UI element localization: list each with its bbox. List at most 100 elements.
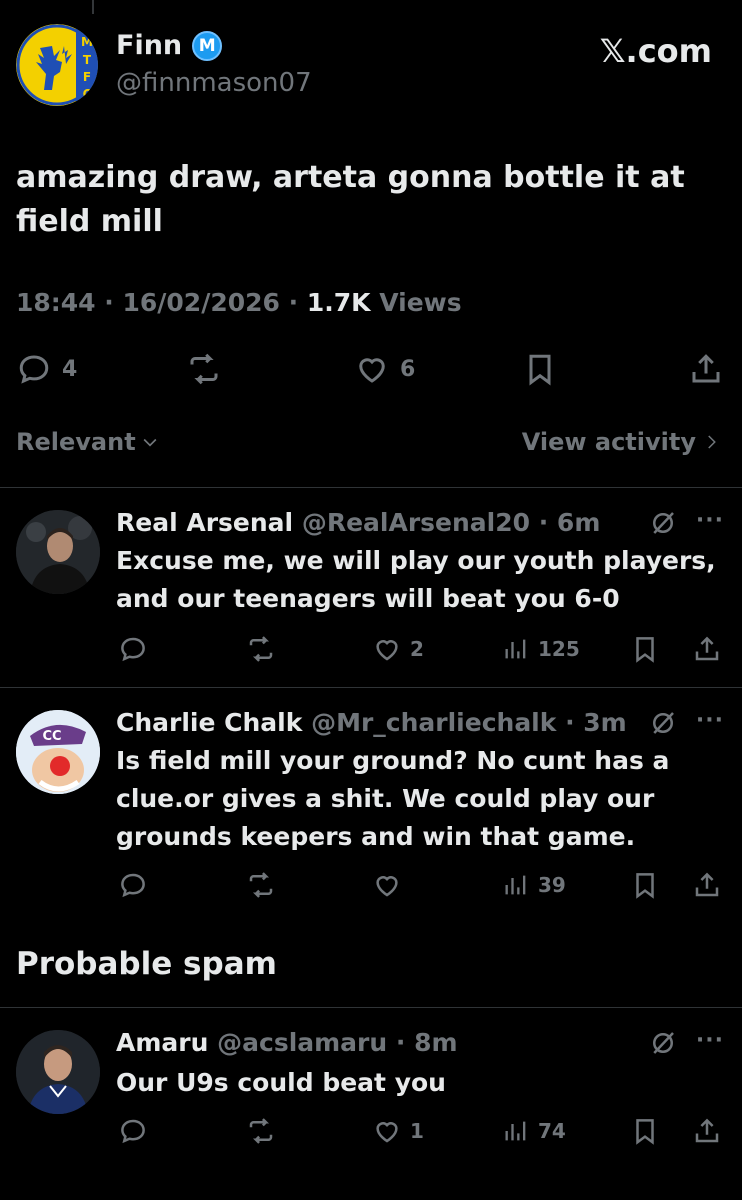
bookmark-icon: [529, 354, 551, 386]
person-avatar-icon: [16, 510, 100, 594]
reply-author-handle[interactable]: @acslamaru · 8m: [217, 1028, 457, 1057]
author-name[interactable]: Finn M: [116, 30, 223, 61]
reply-author-name[interactable]: Real Arsenal: [116, 508, 293, 537]
reply-tweet[interactable]: CC Charlie Chalk @Mr_charliechalk · 3m ·…: [0, 688, 742, 928]
thread-line: [92, 0, 94, 14]
reply-button[interactable]: [118, 634, 148, 664]
share-icon: [695, 636, 719, 661]
analytics-icon: [505, 639, 526, 659]
reply-sort-bar: Relevant View activity: [0, 422, 742, 466]
like-button[interactable]: 2: [372, 634, 424, 664]
share-button[interactable]: [692, 1116, 722, 1146]
repost-icon: [249, 872, 273, 898]
avatar[interactable]: [16, 1030, 100, 1114]
reply-header: Real Arsenal @RealArsenal20 · 6m: [116, 508, 600, 537]
reply-header: Charlie Chalk @Mr_charliechalk · 3m: [116, 708, 627, 737]
reply-button[interactable]: 4: [16, 351, 77, 387]
views-count: 74: [538, 1119, 566, 1143]
analytics-icon: [505, 1121, 526, 1141]
reply-author-name[interactable]: Amaru: [116, 1028, 208, 1057]
repost-button[interactable]: [186, 351, 222, 387]
more-options-button[interactable]: ···: [696, 708, 724, 733]
reply-text: Our U9s could beat you: [116, 1068, 446, 1097]
avatar[interactable]: CC: [16, 710, 100, 794]
repost-button[interactable]: [246, 1116, 276, 1146]
person-avatar-icon: [16, 1030, 100, 1114]
share-icon: [692, 354, 720, 383]
views-count: 1.7K: [306, 288, 371, 317]
bookmark-icon: [636, 873, 654, 899]
reply-text: Is field mill your ground? No cunt has a…: [116, 746, 670, 851]
bookmark-icon: [636, 637, 654, 663]
bookmark-icon: [636, 1119, 654, 1145]
reply-icon: [121, 1119, 145, 1144]
club-crest-avatar[interactable]: M T F C: [16, 24, 98, 106]
views-button[interactable]: 74: [502, 1116, 566, 1146]
sort-dropdown[interactable]: Relevant: [16, 428, 160, 456]
bookmark-button[interactable]: [630, 634, 660, 664]
reply-actions: 39: [0, 866, 742, 906]
repost-icon: [249, 1118, 273, 1144]
grok-icon[interactable]: [648, 508, 678, 542]
share-button[interactable]: [688, 351, 724, 387]
heart-icon: [376, 1122, 398, 1143]
like-count: 2: [410, 637, 424, 661]
avatar[interactable]: [16, 510, 100, 594]
bookmark-button[interactable]: [630, 1116, 660, 1146]
reply-header: Amaru @acslamaru · 8m: [116, 1028, 458, 1057]
verified-badge-icon: M: [192, 30, 223, 61]
author-handle[interactable]: @finnmason07: [116, 68, 312, 98]
repost-button[interactable]: [246, 634, 276, 664]
reply-button[interactable]: [118, 1116, 148, 1146]
cartoon-avatar-icon: CC: [16, 710, 100, 794]
tweet-text: amazing draw, arteta gonna bottle it at …: [16, 160, 685, 239]
views-button[interactable]: 125: [502, 634, 580, 664]
analytics-icon: [505, 875, 526, 895]
tweet-meta: 18:44 · 16/02/2026 · 1.7K Views: [16, 288, 462, 317]
author-name-text[interactable]: Finn: [116, 30, 182, 61]
grok-icon[interactable]: [648, 708, 678, 742]
heart-icon: [376, 640, 398, 661]
view-activity-label: View activity: [521, 428, 696, 456]
more-options-button[interactable]: ···: [696, 1028, 724, 1053]
x-logo: 𝕏.com: [599, 32, 712, 70]
heart-icon: [376, 876, 398, 897]
share-icon: [695, 872, 719, 897]
like-button[interactable]: 6: [354, 351, 415, 387]
reply-tweet[interactable]: Real Arsenal @RealArsenal20 · 6m ··· Exc…: [0, 488, 742, 688]
stag-crest-icon: M T F C: [16, 24, 98, 106]
timestamp[interactable]: 18:44 · 16/02/2026 ·: [16, 288, 298, 317]
views-button[interactable]: 39: [502, 870, 566, 900]
like-button[interactable]: [372, 870, 410, 900]
sort-label: Relevant: [16, 428, 136, 456]
reply-icon: [121, 873, 145, 898]
more-options-button[interactable]: ···: [696, 508, 724, 533]
reply-tweet[interactable]: Amaru @acslamaru · 8m ··· Our U9s could …: [0, 1008, 742, 1200]
reply-button[interactable]: [118, 870, 148, 900]
crest-letter: M: [81, 35, 93, 49]
reply-text: Excuse me, we will play our youth player…: [116, 546, 716, 613]
views-label: Views: [379, 288, 462, 317]
view-activity-link[interactable]: View activity: [522, 428, 720, 456]
crest-letter: C: [83, 87, 92, 101]
repost-button[interactable]: [246, 870, 276, 900]
chevron-down-icon: [143, 438, 157, 447]
bookmark-button[interactable]: [522, 351, 558, 387]
reply-author-name[interactable]: Charlie Chalk: [116, 708, 302, 737]
repost-icon: [249, 636, 273, 662]
crest-letter: T: [83, 53, 92, 67]
reply-author-handle[interactable]: @RealArsenal20 · 6m: [302, 508, 601, 537]
share-icon: [695, 1118, 719, 1143]
like-button[interactable]: 1: [372, 1116, 424, 1146]
views-count: 125: [538, 637, 580, 661]
reply-count: 4: [62, 356, 78, 382]
like-count: 6: [400, 356, 416, 382]
grok-icon[interactable]: [648, 1028, 678, 1062]
share-button[interactable]: [692, 634, 722, 664]
reply-author-handle[interactable]: @Mr_charliechalk · 3m: [311, 708, 627, 737]
repost-icon: [190, 353, 218, 385]
reply-icon: [19, 355, 49, 384]
share-button[interactable]: [692, 870, 722, 900]
reply-icon: [121, 637, 145, 662]
bookmark-button[interactable]: [630, 870, 660, 900]
